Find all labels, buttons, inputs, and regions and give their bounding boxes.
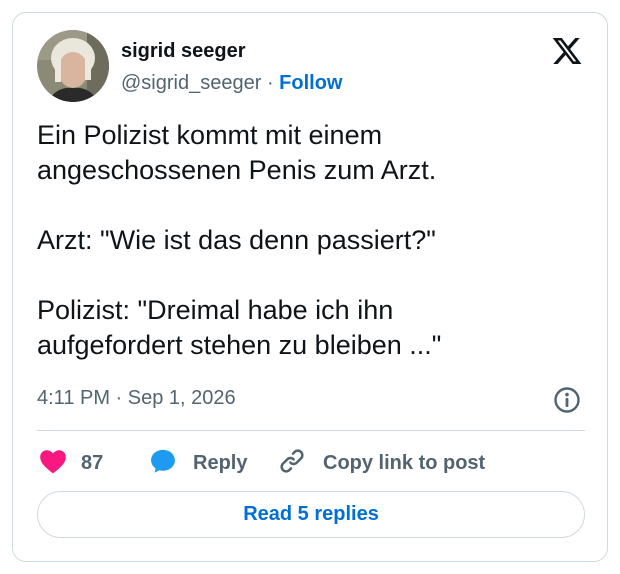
like-button[interactable]: 87: [39, 446, 103, 480]
handle-row: @sigrid_seeger · Follow: [121, 72, 343, 95]
copy-link-button[interactable]: Copy link to post: [277, 446, 485, 480]
avatar[interactable]: [37, 30, 109, 102]
tweet-text: Ein Polizist kommt mit einem angeschosse…: [37, 120, 442, 360]
reply-button[interactable]: Reply: [149, 446, 247, 480]
link-icon: [277, 446, 307, 481]
like-count: 87: [81, 451, 104, 474]
author-name[interactable]: sigrid seeger: [121, 40, 246, 63]
tweet-card: sigrid seeger @sigrid_seeger · Follow Ei…: [12, 12, 608, 562]
follow-button[interactable]: Follow: [279, 72, 342, 94]
heart-icon: [39, 448, 67, 479]
read-replies-button[interactable]: Read 5 replies: [37, 491, 585, 538]
divider: [37, 430, 585, 431]
separator-dot: ·: [266, 72, 274, 94]
reply-label: Reply: [193, 451, 248, 474]
author-handle[interactable]: @sigrid_seeger: [121, 72, 261, 94]
info-icon[interactable]: [553, 386, 581, 414]
copy-link-label: Copy link to post: [323, 451, 486, 474]
reply-bubble-icon: [149, 447, 177, 480]
timestamp[interactable]: 4:11 PM · Sep 1, 2026: [37, 387, 236, 410]
x-logo-icon[interactable]: [551, 35, 583, 67]
